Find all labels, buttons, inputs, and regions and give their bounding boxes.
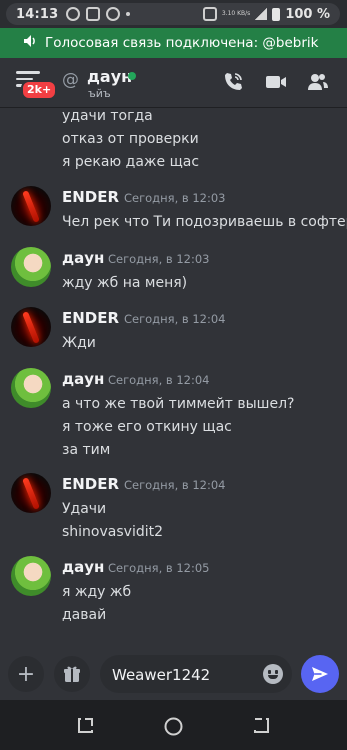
emoji-icon[interactable]: [263, 664, 283, 684]
message-timestamp: Сегодня, в 12:04: [124, 312, 226, 326]
message-text: я жду жб: [62, 584, 132, 600]
channel-name[interactable]: даун: [87, 67, 132, 86]
message-text: за тим: [62, 442, 111, 458]
message-list[interactable]: удачи тогда отказ от проверки я рекаю да…: [0, 108, 347, 655]
online-status-icon: [128, 72, 136, 80]
at-icon: @: [62, 70, 79, 90]
gift-button[interactable]: [54, 656, 90, 692]
message-text: я тоже его откину щас: [62, 419, 232, 435]
avatar[interactable]: [11, 307, 51, 347]
battery-level: 100 %: [285, 6, 330, 22]
system-navigation-bar: [0, 700, 347, 750]
message-timestamp: Сегодня, в 12:03: [124, 191, 226, 205]
message-input-value: Weawer1242: [112, 666, 211, 684]
send-icon: [312, 667, 328, 681]
message-text: отказ от проверки: [62, 131, 199, 147]
avatar[interactable]: [11, 368, 51, 408]
app-notification-icon: [106, 7, 121, 21]
message-author[interactable]: ENDER: [62, 475, 119, 493]
home-icon[interactable]: [164, 717, 183, 740]
message-text: а что же твой тиммейт вышел?: [62, 396, 295, 412]
plus-icon: +: [16, 661, 36, 687]
avatar[interactable]: [11, 473, 51, 513]
message-author[interactable]: ENDER: [62, 309, 119, 327]
status-notification-icons: [66, 7, 131, 21]
status-right: 3.10 KB/s 100 %: [202, 6, 330, 22]
message-text: жду жб на меня): [62, 275, 188, 291]
avatar[interactable]: [11, 247, 51, 287]
message-author[interactable]: ENDER: [62, 188, 119, 206]
custom-status: ъйъ: [88, 87, 111, 100]
message-text: shinovasvidit2: [62, 524, 164, 540]
status-pill: 14:13 3.10 KB/s 100 %: [6, 3, 340, 25]
video-call-icon[interactable]: [265, 71, 287, 93]
message-author[interactable]: даун: [62, 249, 104, 267]
avatar[interactable]: [11, 186, 51, 226]
message-input[interactable]: Weawer1242: [100, 655, 292, 693]
vpn-icon: [202, 7, 217, 21]
message-timestamp: Сегодня, в 12:03: [108, 252, 210, 266]
unread-badge: 2k+: [21, 80, 58, 100]
message-timestamp: Сегодня, в 12:04: [108, 373, 210, 387]
emoji-mouth: [268, 675, 278, 679]
gallery-icon: [86, 7, 101, 21]
message-text: я рекаю даже щас: [62, 154, 200, 170]
avatar[interactable]: [11, 556, 51, 596]
sync-icon: [66, 7, 81, 21]
message-text: Удачи: [62, 501, 107, 517]
more-notifications-icon: [126, 12, 131, 16]
message-text: Жди: [62, 335, 96, 351]
net-speed: 3.10 KB/s: [221, 10, 251, 17]
members-icon[interactable]: [307, 71, 329, 93]
message-composer: + Weawer1242: [0, 655, 347, 700]
gift-icon: [64, 666, 80, 682]
message-text: удачи тогда: [62, 108, 153, 124]
message-author[interactable]: даун: [62, 558, 104, 576]
voice-call-icon[interactable]: [222, 71, 244, 93]
battery-icon: [272, 7, 281, 21]
voice-connected-banner[interactable]: Голосовая связь подключена: @bebrik: [0, 28, 347, 58]
speaker-icon: [24, 35, 37, 51]
recent-apps-icon[interactable]: [77, 717, 94, 738]
message-text: Чел рек что Ти подозриваешь в софтер: [62, 214, 347, 230]
message-author[interactable]: даун: [62, 370, 104, 388]
channel-header: 2k+ @ даун ъйъ: [0, 58, 347, 108]
back-icon[interactable]: [253, 717, 270, 738]
status-bar: 14:13 3.10 KB/s 100 %: [0, 0, 347, 28]
signal-icon: [255, 8, 268, 20]
voice-banner-text: Голосовая связь подключена: @bebrik: [45, 35, 319, 51]
add-attachment-button[interactable]: +: [8, 656, 44, 692]
status-time: 14:13: [16, 6, 59, 22]
message-timestamp: Сегодня, в 12:04: [124, 478, 226, 492]
message-timestamp: Сегодня, в 12:05: [108, 561, 210, 575]
menu-icon: [16, 71, 40, 74]
message-text: давай: [62, 607, 107, 623]
send-button[interactable]: [301, 655, 339, 693]
